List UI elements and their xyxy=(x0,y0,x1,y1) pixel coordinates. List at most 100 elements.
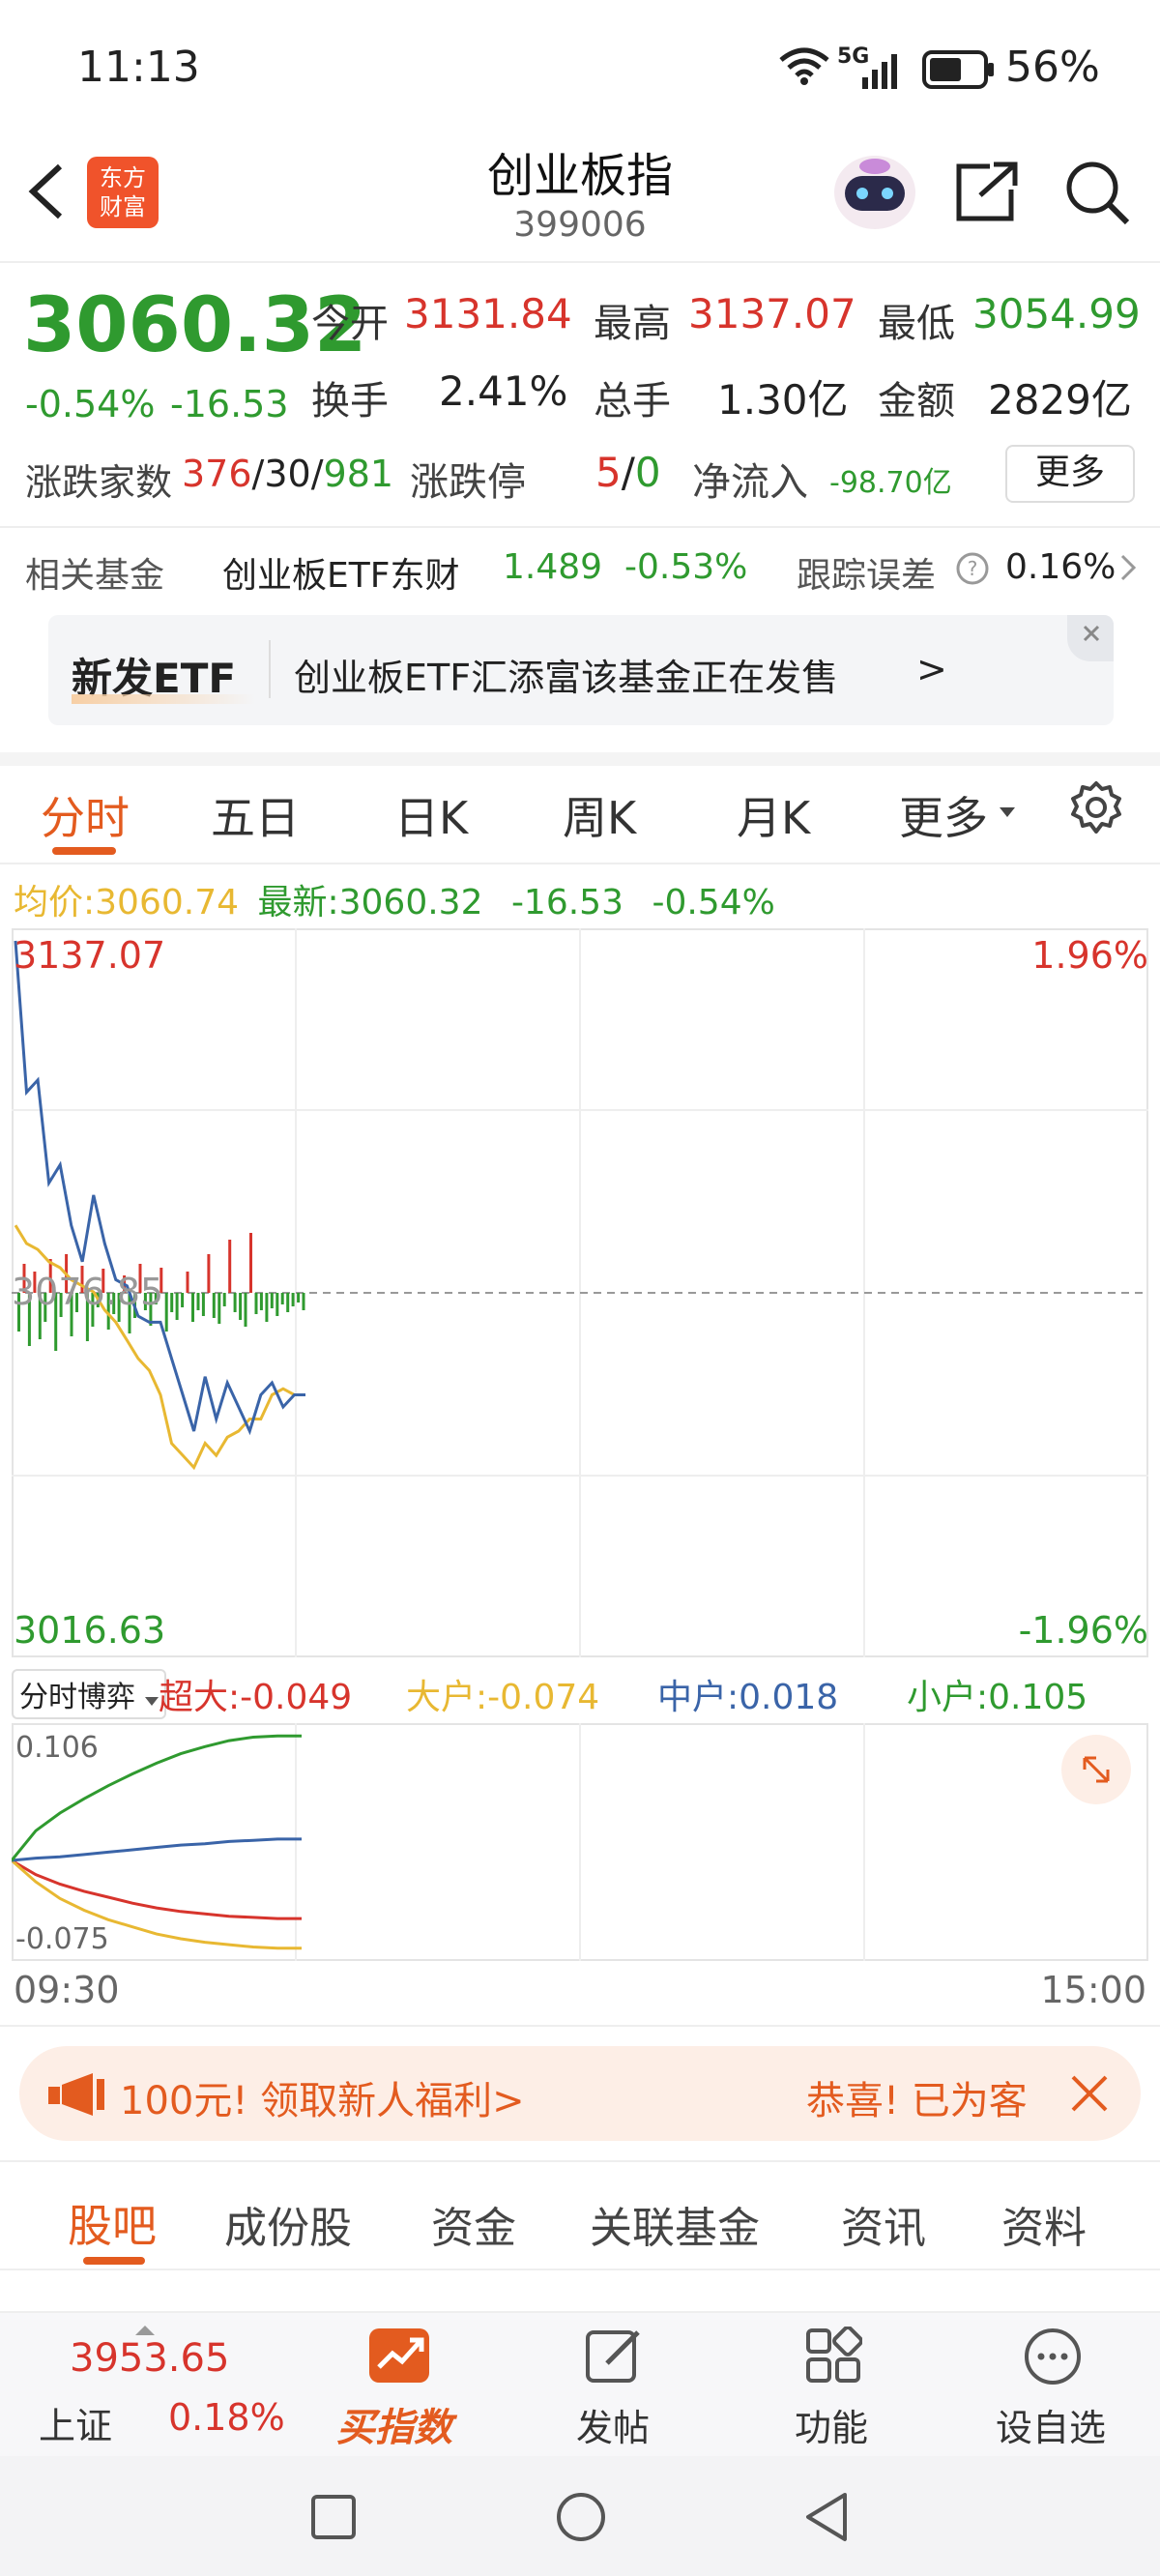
time-start: 09:30 xyxy=(14,1969,120,2011)
system-nav-bar xyxy=(0,2456,1160,2576)
tab-five-day[interactable]: 五日 xyxy=(211,783,300,847)
subtab-guba[interactable]: 股吧 xyxy=(68,2191,157,2255)
volume-bar xyxy=(218,1293,221,1324)
volume-bar xyxy=(259,1293,263,1310)
flow-select[interactable]: 分时博弈 xyxy=(12,1669,166,1719)
tab-monthly-k[interactable]: 月K xyxy=(737,783,810,847)
tab-daily-k[interactable]: 日K xyxy=(394,783,468,847)
etf-banner[interactable]: 新发ETF 创业板ETF汇添富该基金正在发售 > xyxy=(48,615,1114,725)
volume-bar xyxy=(270,1293,274,1308)
caret-down-icon xyxy=(1000,805,1015,823)
flow-small: 小户:0.105 xyxy=(907,1678,1088,1717)
sub-tabs: 股吧 成份股 资金 关联基金 资讯 资料 xyxy=(0,2181,1160,2269)
change-value: -16.53 xyxy=(170,383,289,425)
volume-bar xyxy=(254,1293,258,1314)
settings-icon[interactable] xyxy=(1067,779,1125,841)
buy-index-label[interactable]: 买指数 xyxy=(336,2396,452,2452)
bottom-nav: 3953.65 上证 0.18% 买指数 发帖 功能 设自选 xyxy=(0,2311,1160,2456)
flow-chart[interactable]: 0.106 -0.075 xyxy=(10,1723,1148,1961)
svg-text:?: ? xyxy=(968,557,978,580)
share-icon[interactable] xyxy=(955,161,1021,222)
price-chart[interactable]: 3137.07 1.96% 3076.85 3016.63 -1.96% xyxy=(12,928,1148,1657)
open-label: 今开 xyxy=(311,302,389,346)
assistant-avatar[interactable] xyxy=(831,153,918,232)
turnover-label: 换手 xyxy=(311,379,389,424)
volume-bar xyxy=(228,1240,232,1293)
close-banner-icon[interactable] xyxy=(1067,615,1114,661)
recent-apps-icon[interactable] xyxy=(309,2493,358,2545)
tab-more[interactable]: 更多 xyxy=(899,783,988,847)
amount-label: 金额 xyxy=(878,379,955,424)
subtab-profile[interactable]: 资料 xyxy=(1001,2193,1087,2255)
back-nav-icon[interactable] xyxy=(802,2491,851,2547)
battery-level: 56% xyxy=(1005,43,1100,92)
chart-tabs: 分时 五日 日K 周K 月K 更多 xyxy=(0,774,1160,866)
price-chart-svg xyxy=(12,928,1148,1657)
flow-series-超大 xyxy=(11,1859,302,1920)
home-icon[interactable] xyxy=(555,2491,607,2547)
volume-bar xyxy=(191,1293,194,1322)
netflow-value: -98.70亿 xyxy=(829,466,952,500)
wifi-icon xyxy=(779,46,829,85)
volume-bar xyxy=(276,1293,279,1316)
time-end: 15:00 xyxy=(1040,1969,1146,2011)
flow-big: 大户:-0.074 xyxy=(406,1678,600,1717)
tab-weekly-k[interactable]: 周K xyxy=(563,783,636,847)
low-label: 最低 xyxy=(878,302,955,346)
tab-intraday[interactable]: 分时 xyxy=(41,783,130,847)
volume-bar xyxy=(164,1293,168,1332)
volume-bar xyxy=(265,1293,269,1322)
search-icon[interactable] xyxy=(1063,159,1131,226)
volume-bar xyxy=(280,1293,284,1304)
add-watch-label[interactable]: 设自选 xyxy=(996,2398,1106,2451)
high-value: 3137.07 xyxy=(688,290,856,337)
subtab-funds[interactable]: 资金 xyxy=(431,2193,516,2255)
volume-bar xyxy=(186,1272,189,1293)
fund-name[interactable]: 创业板ETF东财 xyxy=(222,547,459,598)
flow-chart-svg xyxy=(10,1723,1148,1961)
volume-bar xyxy=(196,1293,200,1310)
subtab-constituents[interactable]: 成份股 xyxy=(224,2193,352,2255)
tracking-label: 跟踪误差 xyxy=(797,556,937,596)
volume-bar xyxy=(233,1293,237,1312)
subtab-related-funds[interactable]: 关联基金 xyxy=(590,2193,760,2255)
flow-series-中户 xyxy=(11,1837,302,1862)
apps-icon[interactable] xyxy=(804,2326,863,2388)
avg-price-line: 均价:3060.74 最新:3060.32 -16.53 -0.54% xyxy=(14,883,775,922)
flow-super: 超大:-0.049 xyxy=(159,1678,353,1717)
latest-price-line-series xyxy=(14,940,305,1436)
index-pct: 0.18% xyxy=(168,2396,285,2439)
close-promo-icon[interactable] xyxy=(1063,2067,1116,2123)
edit-post-icon[interactable] xyxy=(584,2327,644,2388)
promo-bar[interactable]: 100元! 领取新人福利> 恭喜! 已为客 xyxy=(19,2046,1141,2141)
axis-top-pct: 1.96% xyxy=(1031,934,1148,977)
tracking-value: 0.16% xyxy=(1005,547,1116,587)
help-icon[interactable]: ? xyxy=(955,551,990,586)
banner-text: 创业板ETF汇添富该基金正在发售 xyxy=(294,657,839,699)
buy-index-icon[interactable] xyxy=(367,2327,431,2388)
function-label[interactable]: 功能 xyxy=(795,2398,868,2451)
volume-bar xyxy=(286,1293,290,1312)
megaphone-icon xyxy=(48,2071,118,2122)
open-value: 3131.84 xyxy=(404,290,572,337)
updown-counts: 376/30/981 xyxy=(182,453,394,495)
status-time: 11:13 xyxy=(77,43,200,92)
volume-bar xyxy=(222,1293,226,1306)
volume-bar xyxy=(170,1293,174,1312)
chevron-right-icon[interactable] xyxy=(1119,553,1137,586)
fund-price: 1.489 xyxy=(503,547,603,587)
volume-bar xyxy=(201,1293,205,1316)
index-price[interactable]: 3953.65 xyxy=(70,2336,229,2381)
netflow-label: 净流入 xyxy=(692,460,808,505)
expand-icon[interactable] xyxy=(1061,1735,1131,1804)
post-label[interactable]: 发帖 xyxy=(576,2398,650,2451)
axis-bottom-pct: -1.96% xyxy=(1018,1609,1148,1652)
more-quote-button[interactable]: 更多 xyxy=(1005,445,1135,503)
volume-bar xyxy=(297,1293,301,1303)
signal-icon xyxy=(839,50,907,95)
flow-mid: 中户:0.018 xyxy=(657,1678,839,1717)
volume-bar xyxy=(302,1293,305,1310)
caret-down-icon xyxy=(144,1697,159,1706)
subtab-news[interactable]: 资讯 xyxy=(841,2193,926,2255)
more-dots-icon[interactable] xyxy=(1023,2327,1083,2390)
